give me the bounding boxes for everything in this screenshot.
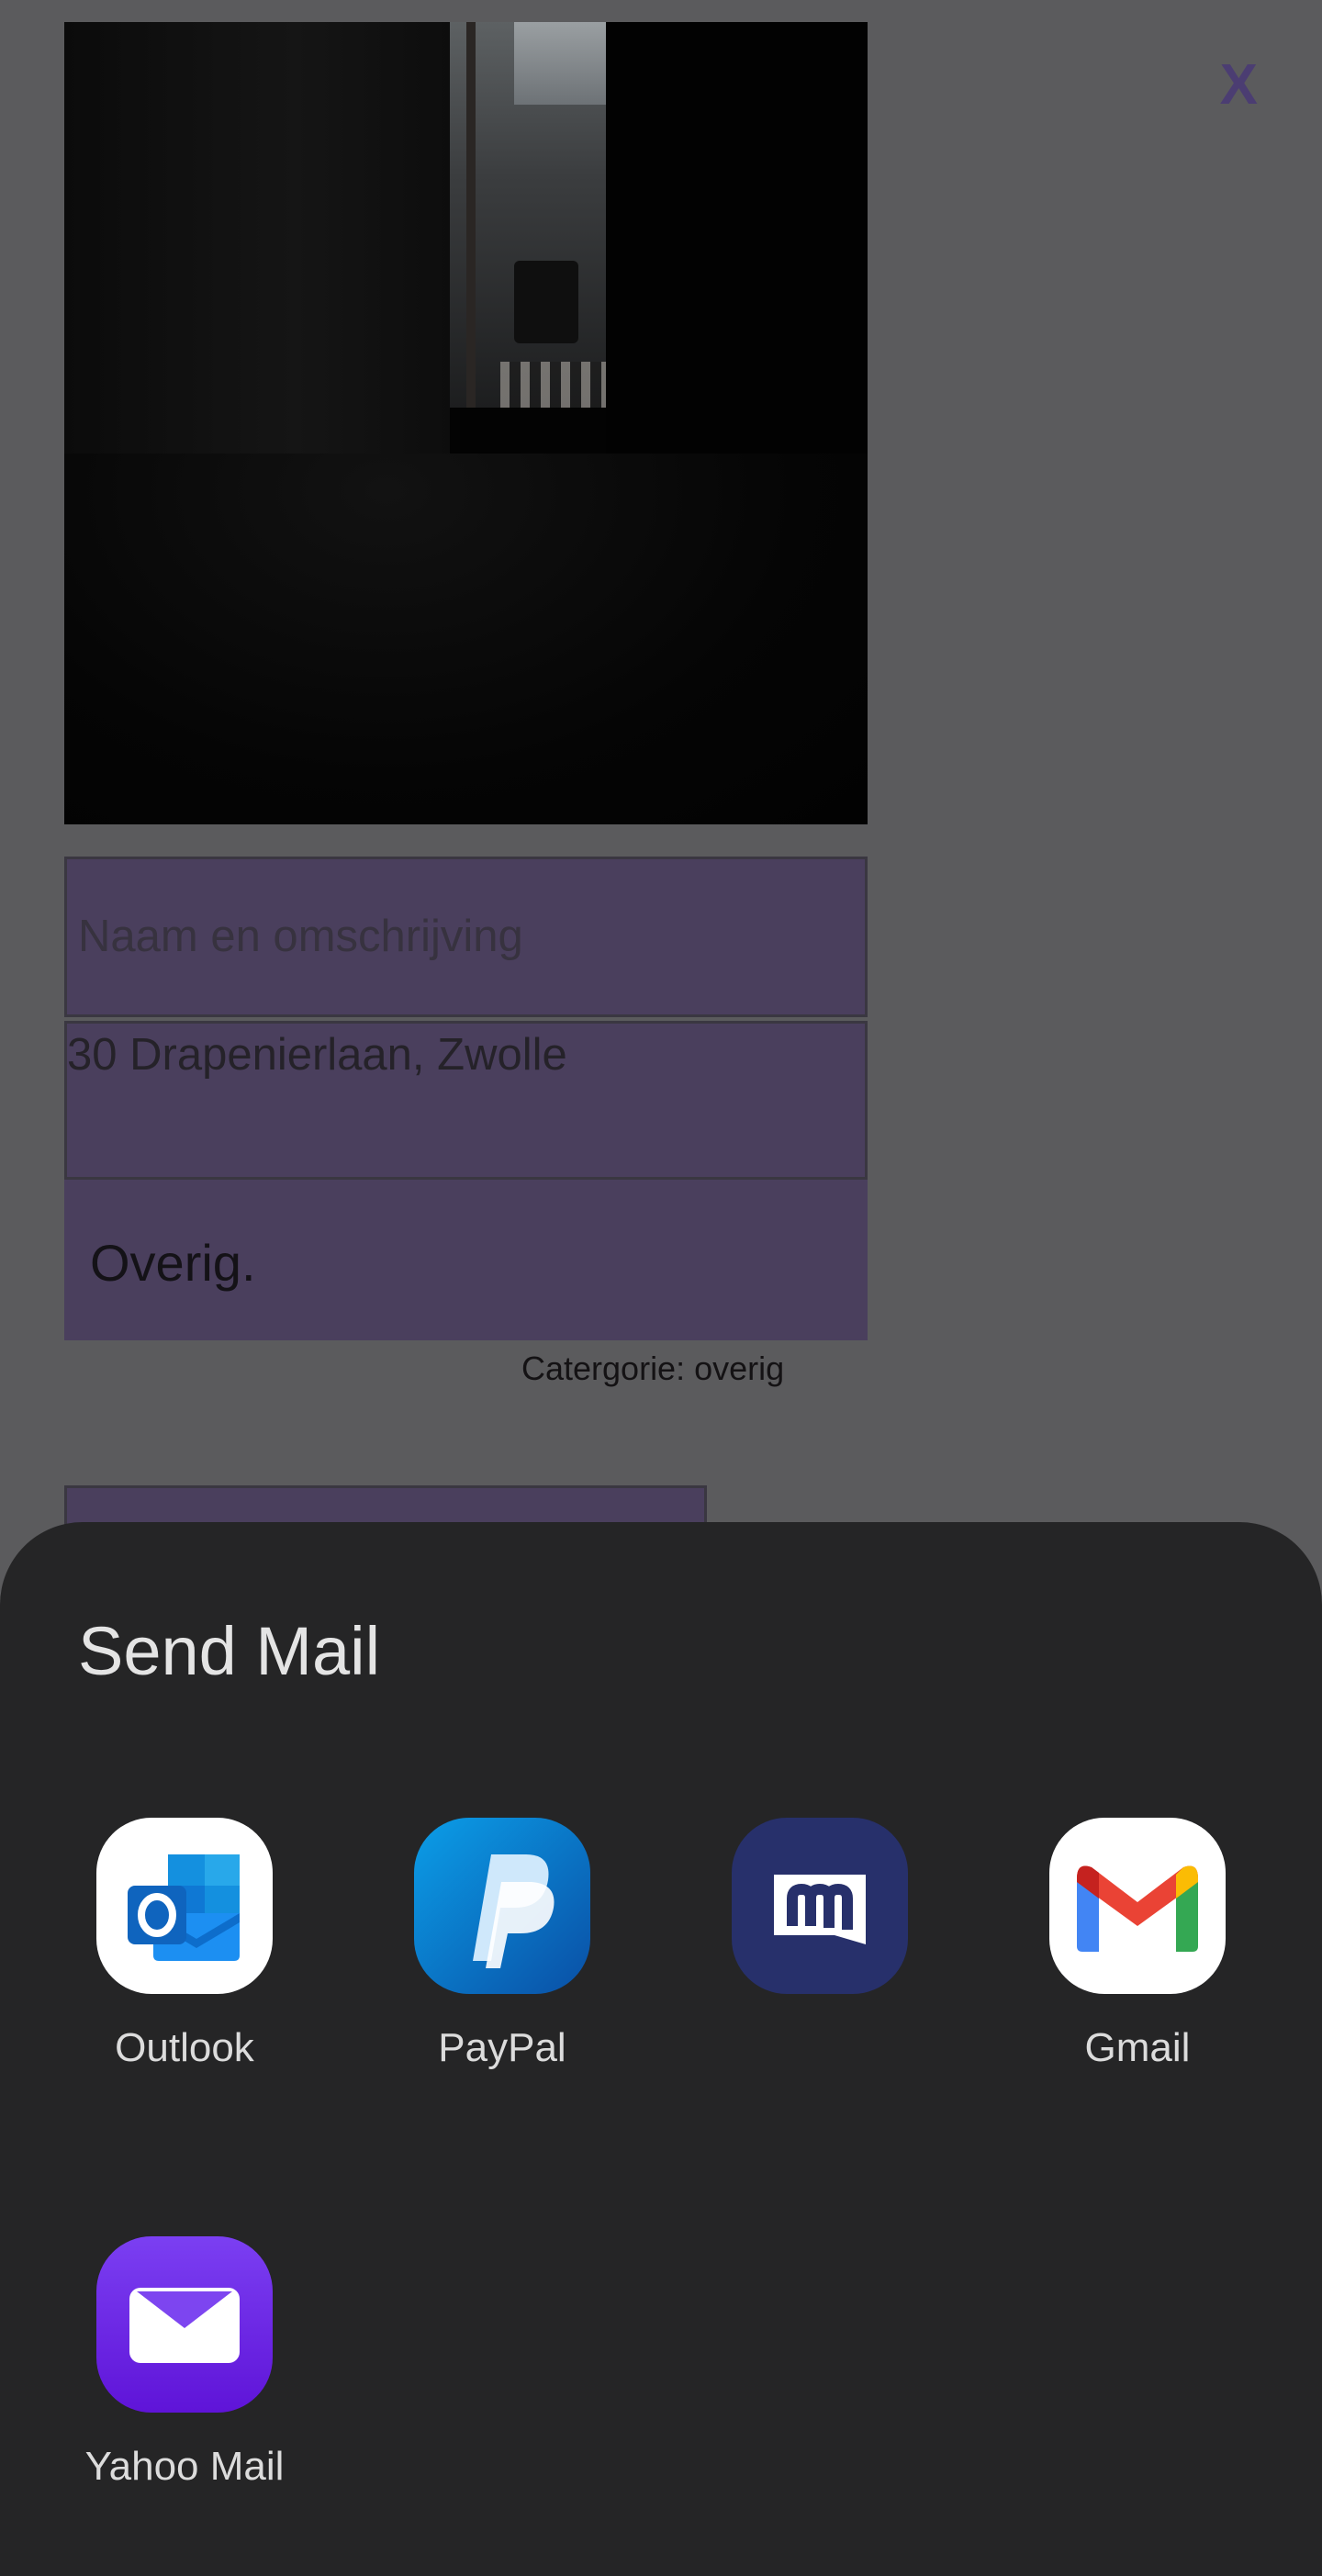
close-button[interactable]: X: [1220, 57, 1258, 114]
category-note: Catergorie: overig: [521, 1350, 785, 1387]
app-label: Gmail: [1084, 2025, 1191, 2070]
address-value: 30 Drapenierlaan, Zwolle: [67, 1030, 567, 1080]
app-label: Yahoo Mail: [84, 2444, 285, 2489]
sheet-title: Send Mail: [78, 1613, 381, 1689]
app-label: Outlook: [115, 2025, 254, 2070]
category-value: Overig.: [90, 1234, 256, 1292]
app-outlook[interactable]: Outlook: [47, 1818, 322, 2071]
yahoo-mail-icon: [96, 2236, 273, 2413]
category-select[interactable]: Overig.: [64, 1180, 868, 1340]
share-sheet: Send Mail Outlook PayPal Gmail Yahoo Mai…: [0, 1522, 1322, 2576]
app-yahoo-mail[interactable]: Yahoo Mail: [47, 2236, 322, 2490]
outlook-icon: [96, 1818, 273, 1994]
app-paypal[interactable]: PayPal: [364, 1818, 640, 2071]
mailbox-icon: [732, 1818, 908, 1994]
address-field[interactable]: 30 Drapenierlaan, Zwolle: [64, 1021, 868, 1180]
app-label: PayPal: [438, 2025, 566, 2070]
name-description-placeholder: Naam en omschrijving: [78, 912, 523, 961]
paypal-icon: [414, 1818, 590, 1994]
app-gmail[interactable]: Gmail: [1000, 1818, 1275, 2071]
photo-preview: [64, 22, 868, 824]
app-mailbox[interactable]: [682, 1818, 958, 2025]
name-description-input[interactable]: Naam en omschrijving: [64, 857, 868, 1017]
gmail-icon: [1049, 1818, 1226, 1994]
